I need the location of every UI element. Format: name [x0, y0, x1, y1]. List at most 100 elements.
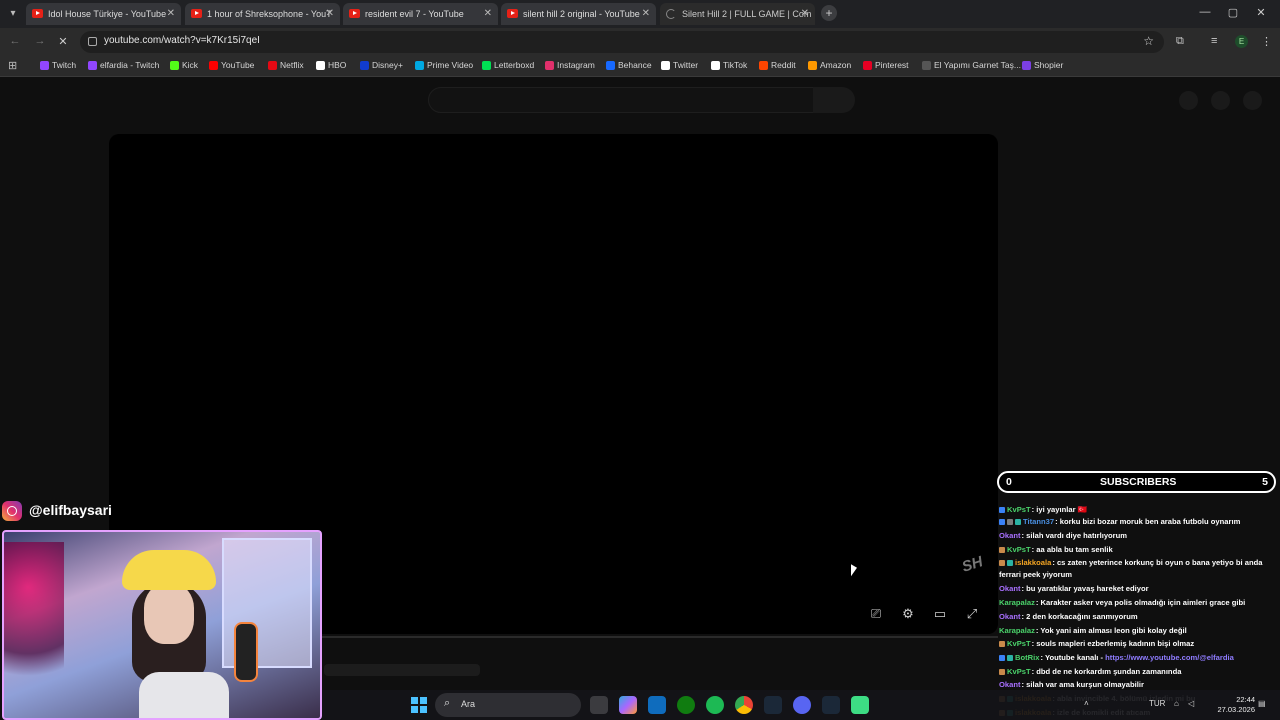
browser-tab[interactable]: Silent Hill 2 | FULL GAME | Com ✕ [660, 3, 815, 25]
bookmark-item[interactable]: HBO [316, 60, 346, 70]
bookmark-star-icon[interactable]: ☆ [1143, 34, 1154, 48]
browser-tab[interactable]: 1 hour of Shreksophone - YouT ✕ [185, 3, 340, 25]
bookmark-item[interactable]: Shopier [1022, 60, 1063, 70]
profile-avatar[interactable]: E [1235, 35, 1248, 48]
bookmark-item[interactable]: Netflix [268, 60, 304, 70]
chat-message: Karapalaz: Yok yani aim alması leon gibi… [999, 624, 1280, 637]
apps-grid-icon[interactable]: ⊞ [8, 59, 17, 72]
extensions-icon[interactable]: ⧉ [1176, 35, 1184, 48]
bookmark-label: YouTube [221, 60, 255, 70]
back-button[interactable]: ← [8, 35, 22, 47]
app-icon[interactable] [851, 696, 869, 714]
bookmark-item[interactable]: Reddit [759, 60, 796, 70]
start-button[interactable] [411, 697, 427, 713]
bookmark-label: HBO [328, 60, 347, 70]
header-icon-skeleton[interactable] [1243, 91, 1262, 110]
search-button-skeleton[interactable] [813, 87, 855, 113]
bookmark-favicon-icon [711, 61, 720, 70]
theater-mode-icon[interactable]: ▭ [931, 606, 949, 624]
subscribers-start: 0 [1006, 476, 1012, 488]
browser-menu-icon[interactable]: ⋮ [1261, 35, 1272, 48]
chat-badge-icon [999, 560, 1005, 566]
bookmark-item[interactable]: Twitter [661, 60, 698, 70]
bookmark-item[interactable]: YouTube [209, 60, 254, 70]
chat-username: Okant [999, 612, 1021, 621]
reading-list-icon[interactable]: ≡ [1211, 35, 1217, 47]
tab-close-icon[interactable]: ✕ [642, 3, 650, 25]
chat-username: KvPsT [1007, 545, 1031, 554]
spotify-icon[interactable] [706, 696, 724, 714]
tab-close-icon[interactable]: ✕ [801, 3, 809, 25]
browser-tab-strip: ▾ Idol House Türkiye - YouTube ✕ 1 hour of… [0, 0, 1280, 28]
chat-link[interactable]: https://www.youtube.com/@elfardia [1105, 653, 1234, 662]
minimize-button[interactable]: — [1198, 6, 1212, 18]
tab-close-icon[interactable]: ✕ [326, 3, 334, 25]
chat-badge-icon [999, 507, 1005, 513]
bookmark-item[interactable]: Behance [606, 60, 652, 70]
bookmark-favicon-icon [88, 61, 97, 70]
bookmark-item[interactable]: Instagram [545, 60, 595, 70]
tab-close-icon[interactable]: ✕ [167, 3, 175, 25]
discord-icon[interactable] [793, 696, 811, 714]
maximize-button[interactable]: ▢ [1226, 6, 1240, 19]
bookmark-item[interactable]: Amazon [808, 60, 851, 70]
chat-text: : aa abla bu tam senlik [1031, 545, 1113, 554]
xbox-icon[interactable] [677, 696, 695, 714]
tray-chevron-icon[interactable]: ˄ [1084, 699, 1089, 708]
chat-message: Okant: bu yaratıklar yavaş hareket ediyo… [999, 582, 1280, 595]
bookmark-favicon-icon [759, 61, 768, 70]
header-icon-skeleton[interactable] [1211, 91, 1230, 110]
browser-toolbar: ← → ✕ youtube.com/watch?v=k7Kr15i7qeI ☆ … [0, 28, 1280, 56]
chat-badge-icon [999, 519, 1005, 525]
fullscreen-icon[interactable]: ⤢ [963, 606, 981, 624]
bookmark-favicon-icon [415, 61, 424, 70]
address-bar[interactable]: youtube.com/watch?v=k7Kr15i7qeI ☆ [80, 31, 1164, 53]
header-icon-skeleton[interactable] [1179, 91, 1198, 110]
search-input-skeleton[interactable] [428, 87, 814, 113]
outlook-icon[interactable] [648, 696, 666, 714]
steam-icon[interactable] [764, 696, 782, 714]
new-tab-button[interactable]: + [821, 5, 837, 21]
subtitles-icon[interactable]: ⎚ [867, 606, 885, 624]
bookmark-item[interactable]: TikTok [711, 60, 747, 70]
task-view-icon[interactable] [590, 696, 608, 714]
stop-loading-button[interactable]: ✕ [56, 35, 70, 48]
language-indicator[interactable]: TUR [1149, 699, 1165, 708]
browser-tab[interactable]: silent hill 2 original - YouTube ✕ [501, 3, 656, 25]
bookmark-item[interactable]: Prime Video [415, 60, 473, 70]
url-text[interactable]: youtube.com/watch?v=k7Kr15i7qeI [104, 35, 260, 46]
bookmark-item[interactable]: Twitch [40, 60, 76, 70]
browser-tab[interactable]: Idol House Türkiye - YouTube ✕ [26, 3, 181, 25]
chat-text: : dbd de ne korkardım şundan zamanında [1031, 667, 1182, 676]
browser-tab[interactable]: resident evil 7 - YouTube ✕ [343, 3, 498, 25]
site-info-icon[interactable] [88, 37, 97, 46]
volume-icon[interactable]: ◁ [1188, 699, 1194, 708]
close-window-button[interactable]: ✕ [1254, 6, 1268, 19]
chrome-icon[interactable] [735, 696, 753, 714]
copilot-icon[interactable] [619, 696, 637, 714]
steam-icon[interactable] [822, 696, 840, 714]
bookmark-item[interactable]: Kick [170, 60, 198, 70]
bookmark-item[interactable]: El Yapımı Garnet Taş... [922, 60, 1021, 70]
instagram-handle: @elifbaysari [29, 502, 112, 518]
chat-text: : bu yaratıklar yavaş hareket ediyor [1021, 584, 1149, 593]
bookmark-favicon-icon [863, 61, 872, 70]
system-clock[interactable]: 22:44 27.03.2026 [1207, 695, 1255, 715]
notifications-icon[interactable]: ▤ [1258, 699, 1266, 708]
chat-badge-icon [999, 669, 1005, 675]
bookmark-item[interactable]: elfardia - Twitch [88, 60, 159, 70]
bookmark-item[interactable]: Disney+ [360, 60, 403, 70]
chat-message: KvPsT: souls mapleri ezberlemiş kadının … [999, 637, 1280, 650]
bookmark-favicon-icon [209, 61, 218, 70]
network-icon[interactable]: ⌂ [1174, 699, 1179, 708]
chat-message: Titann37: korku bizi bozar moruk ben ara… [999, 515, 1280, 528]
taskbar-search[interactable]: ⌕ Ara [435, 693, 581, 717]
bookmark-item[interactable]: Pinterest [863, 60, 909, 70]
bookmark-item[interactable]: Letterboxd [482, 60, 534, 70]
tab-title: Silent Hill 2 | FULL GAME | Com [682, 9, 812, 19]
tab-search-button[interactable]: ▾ [4, 5, 22, 23]
settings-gear-icon[interactable]: ⚙ [899, 606, 917, 624]
bookmark-label: Letterboxd [494, 60, 535, 70]
tab-close-icon[interactable]: ✕ [484, 3, 492, 25]
forward-button[interactable]: → [33, 35, 47, 47]
